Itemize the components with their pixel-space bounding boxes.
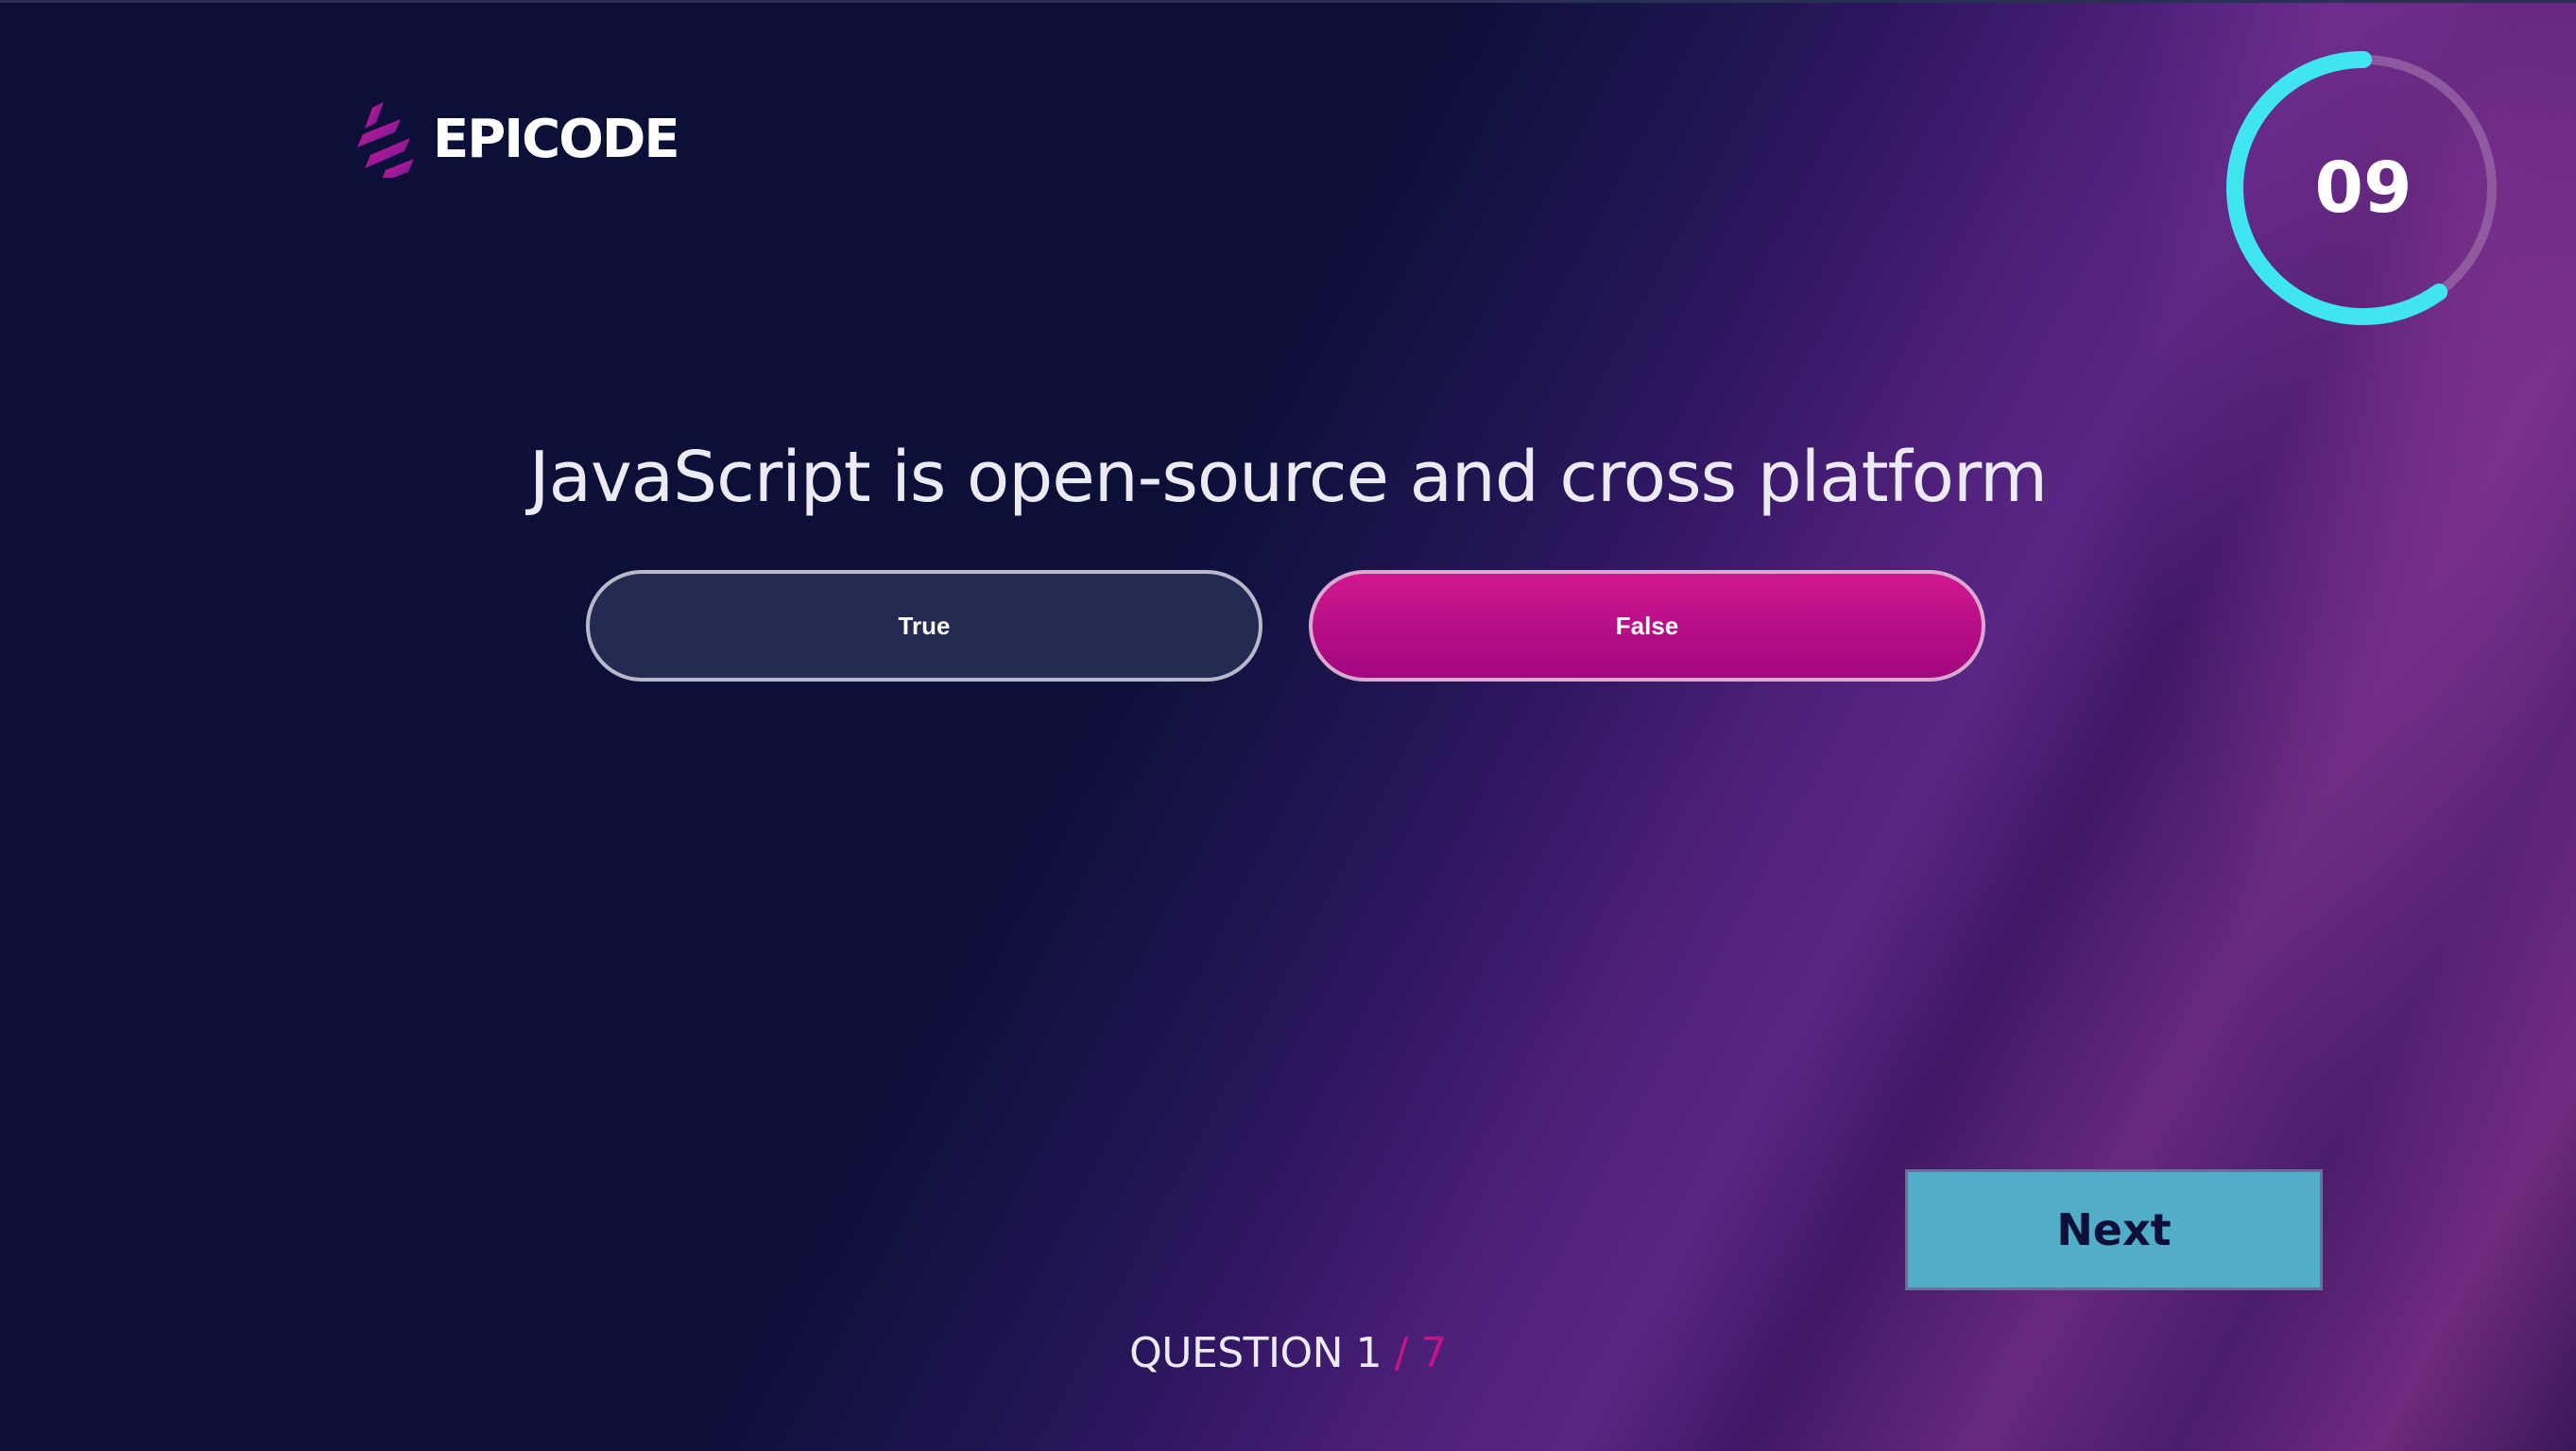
- question-text: JavaScript is open-source and cross plat…: [528, 437, 2048, 518]
- epicode-stripes-icon: [357, 102, 414, 178]
- answer-false-button[interactable]: False: [1309, 570, 1985, 682]
- counter-current: 1: [1355, 1329, 1382, 1377]
- top-border: [0, 0, 2576, 3]
- counter-prefix: QUESTION: [1129, 1329, 1356, 1377]
- counter-separator: /: [1382, 1329, 1421, 1377]
- question-counter: QUESTION 1 / 7: [0, 1329, 2576, 1377]
- timer-value: 09: [2314, 147, 2413, 229]
- next-button[interactable]: Next: [1905, 1169, 2323, 1290]
- brand-name: EPICODE: [433, 109, 680, 170]
- answer-label: True: [898, 611, 951, 640]
- brand-logo: EPICODE: [357, 102, 680, 178]
- next-label: Next: [2056, 1204, 2172, 1255]
- countdown-timer: 09: [2224, 49, 2502, 327]
- answer-label: False: [1615, 611, 1679, 640]
- answer-true-button[interactable]: True: [586, 570, 1262, 682]
- counter-total: 7: [1420, 1329, 1447, 1377]
